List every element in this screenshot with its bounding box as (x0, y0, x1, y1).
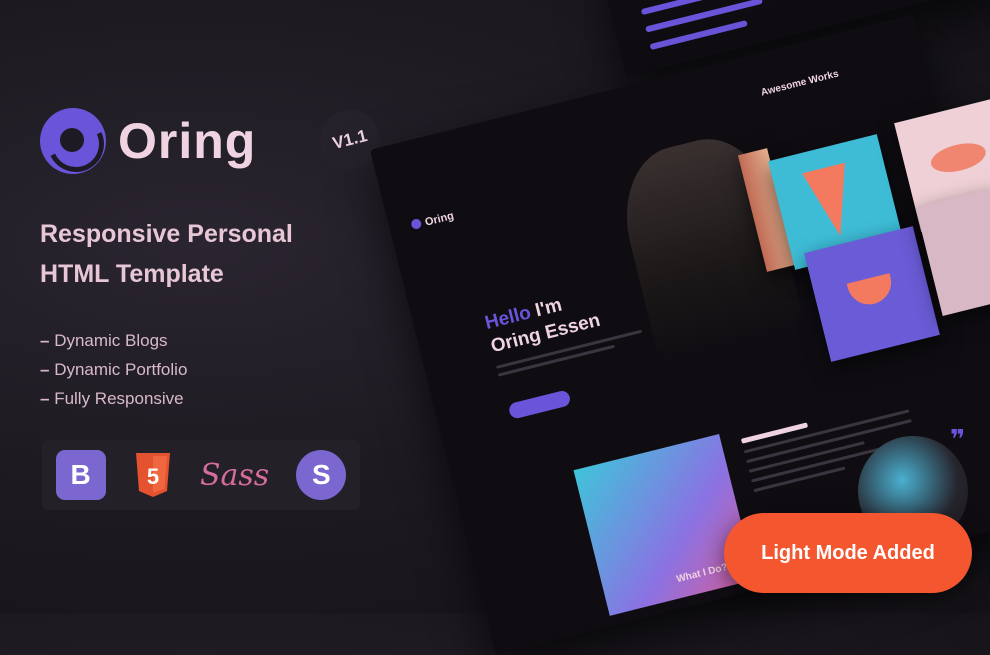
stimulus-icon: S (296, 450, 347, 500)
brand-logo: Oring (40, 108, 257, 180)
headline-line-2: HTML Template (40, 260, 224, 288)
bootstrap-icon: B (55, 450, 106, 500)
headline-line-1: Responsive Personal (40, 220, 293, 248)
brand-name: Oring (118, 113, 257, 169)
headline: Responsive Personal HTML Template (40, 214, 293, 294)
fruit-shape (846, 273, 896, 310)
light-mode-badge: Light Mode Added (724, 513, 972, 593)
feature-item: Dynamic Portfolio (40, 355, 187, 384)
quote-icon: ❞ (950, 424, 966, 454)
lips-shape (928, 138, 989, 178)
promo-panel: Oring V1.1 Responsive Personal HTML Temp… (40, 0, 400, 613)
html5-icon: 5 (133, 451, 173, 499)
tech-stack: B 5 Sass S (42, 440, 360, 510)
mockup-logo-icon (410, 217, 423, 231)
feature-list: Dynamic Blogs Dynamic Portfolio Fully Re… (40, 326, 187, 413)
cone-shape (802, 162, 862, 242)
hero-cta-button[interactable] (507, 389, 572, 420)
feature-item: Fully Responsive (40, 384, 187, 413)
sass-icon: Sass (199, 457, 270, 493)
html5-label: 5 (147, 464, 159, 489)
mockup-nav-logo: Oring (423, 209, 456, 229)
about-photo (573, 433, 756, 616)
hero-im: I'm (533, 294, 565, 322)
feature-item: Dynamic Blogs (40, 326, 187, 355)
oring-logo-icon (40, 108, 112, 180)
